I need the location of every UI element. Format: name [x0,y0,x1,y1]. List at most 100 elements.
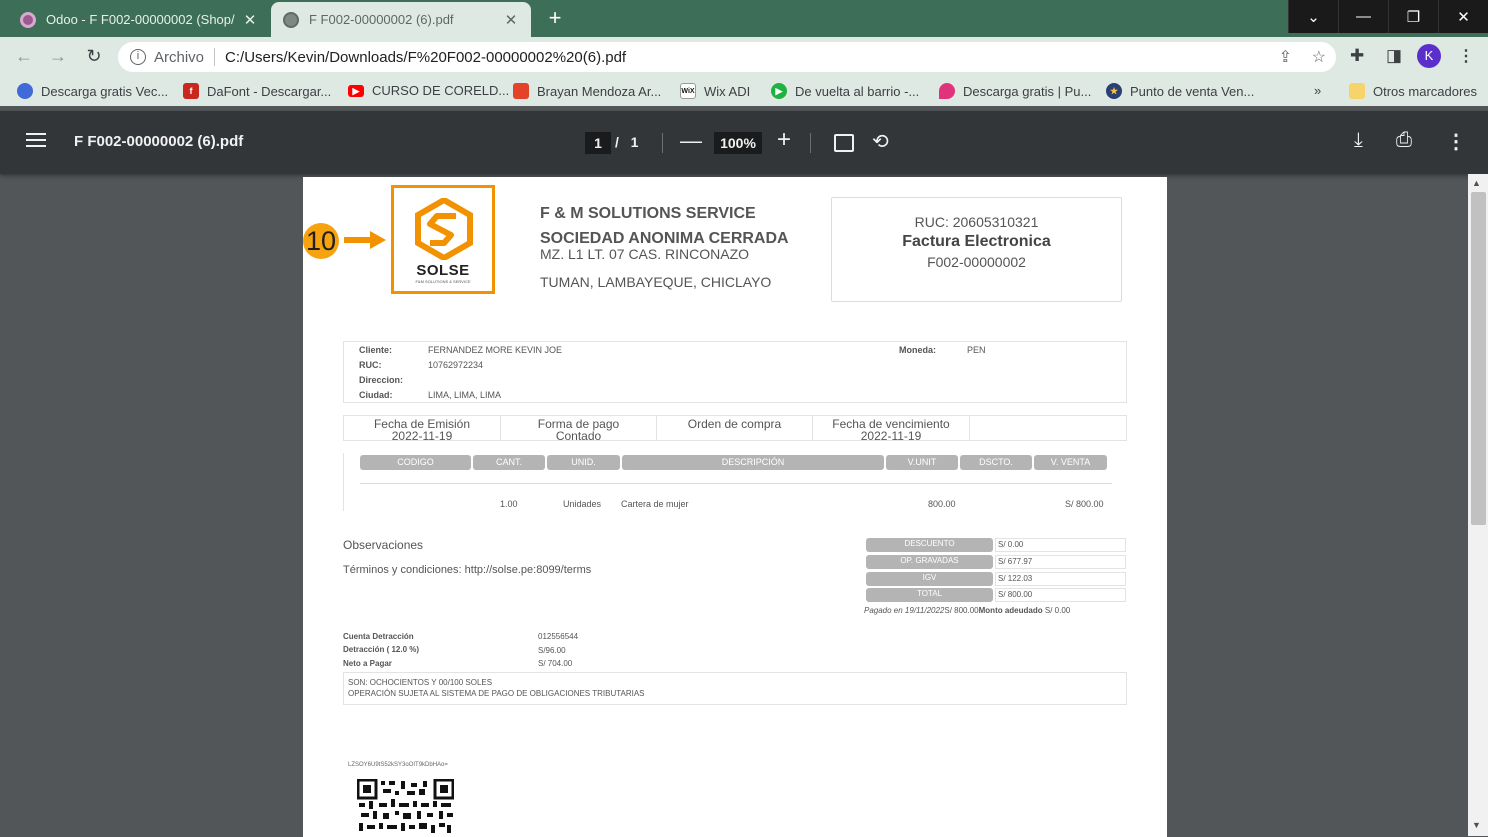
total-value: S/ 800.00 [995,588,1126,602]
bookmark-item[interactable]: WiX Wix ADI [680,83,750,99]
item-unit-value: 800.00 [928,499,956,509]
bookmark-label: Punto de venta Ven... [1130,83,1255,99]
paid-amount: S/ 800.00 [944,606,979,615]
url-text[interactable]: C:/Users/Kevin/Downloads/F%20F002-000000… [225,49,626,66]
back-arrow-icon[interactable]: ← [12,45,36,69]
share-icon[interactable]: ⇪ [1279,47,1292,67]
browser-toolbar: ← → ↻ i Archivo C:/Users/Kevin/Downloads… [0,37,1488,76]
freepik-icon [17,83,33,99]
side-panel-icon[interactable]: ◨ [1386,46,1402,66]
total-label: TOTAL [866,588,993,602]
bookmark-item[interactable]: Brayan Mendoza Ar... [513,83,661,99]
tab-title: Odoo - F F002-00000002 (Shop/ [46,12,235,27]
detraction-value: 012556544 [538,632,579,641]
scroll-down-arrow-icon[interactable]: ▼ [1472,820,1481,830]
client-ruc-label: RUC: [359,360,382,370]
orange-arrow-icon [344,231,386,249]
download-icon[interactable]: ⤓ [1354,129,1363,152]
scheme-label: Archivo [154,48,205,66]
zoom-level-input[interactable]: 100% [714,132,762,154]
logo-tagline: F&M SOLUTIONS & SERVICE [415,279,471,284]
close-window-button[interactable]: ✕ [1438,0,1488,33]
items-header-cell: DESCRIPCIÓN [622,455,884,470]
fit-to-page-icon[interactable] [834,134,854,152]
profile-avatar[interactable]: K [1417,44,1441,68]
client-city: LIMA, LIMA, LIMA [428,390,502,400]
reload-icon[interactable]: ↻ [82,45,106,69]
close-tab-icon[interactable]: ✕ [242,11,258,29]
total-value: S/ 677.97 [995,555,1126,569]
tab-search-chevron-icon[interactable]: ⌄ [1288,0,1338,33]
total-label: DESCUENTO [866,538,993,552]
company-logo: SOLSE F&M SOLUTIONS & SERVICE [391,185,495,294]
tab-title: F F002-00000002 (6).pdf [309,12,454,27]
item-unit: Unidades [563,499,602,509]
date-cell: Orden de compra [657,416,813,440]
detraction-value: S/ 704.00 [538,659,573,668]
drop-icon [939,83,955,99]
logo-text: SOLSE [416,262,470,279]
bookmark-item[interactable]: ▶ De vuelta al barrio -... [771,83,919,99]
page-number-input[interactable]: 1 [585,132,611,154]
total-label: OP. GRAVADAS [866,555,993,569]
client-address-label: Direccion: [359,375,404,385]
bookmark-label: Descarga gratis Vec... [41,83,169,99]
bookmark-item[interactable]: Descarga gratis | Pu... [939,83,1091,99]
observations-heading: Observaciones [343,538,424,552]
zoom-out-icon[interactable]: — [680,128,702,154]
minimize-button[interactable]: — [1338,0,1388,33]
date-cell: Forma de pago Contado [501,416,657,443]
date-cell: Fecha de vencimiento 2022-11-19 [813,416,970,443]
close-tab-icon[interactable]: ✕ [503,11,519,29]
chrome-menu-icon[interactable]: ⋮ [1458,46,1474,66]
zoom-in-icon[interactable]: + [777,126,791,154]
star-badge-icon: ★ [1106,83,1122,99]
bookmark-star-icon[interactable]: ☆ [1312,47,1326,67]
tab-odoo[interactable]: Odoo - F F002-00000002 (Shop/ ✕ [8,2,270,37]
date-cell-label: Orden de compra [687,417,782,431]
bookmark-item[interactable]: ▶ CURSO DE CORELD... [348,83,509,98]
hamburger-menu-icon[interactable] [26,133,46,151]
address-bar[interactable]: i Archivo C:/Users/Kevin/Downloads/F%20F… [118,42,1336,72]
date-cell-value: Contado [555,429,602,443]
extensions-puzzle-icon[interactable]: ✚ [1350,46,1364,66]
bookmark-item[interactable]: ★ Punto de venta Ven... [1106,83,1254,99]
company-name: F & M SOLUTIONS SERVICE SOCIEDAD ANONIMA… [540,201,789,251]
total-label: IGV [866,572,993,586]
bookmark-label: De vuelta al barrio -... [795,83,920,99]
date-cell-value: 2022-11-19 [860,429,922,443]
print-icon[interactable]: ⎙ [1396,129,1412,152]
amount-in-words: OCHOCIENTOS Y 00/100 SOLES [369,678,493,687]
scrollbar-thumb[interactable] [1471,192,1486,525]
qr-hash-text: LZSOY6U9tS52kSY3oOIT9kDbHAo= [348,762,448,768]
bookmarks-overflow-button[interactable]: » [1314,83,1321,98]
client-name: FERNANDEZ MORE KEVIN JOE [428,345,563,355]
payment-status: Pagado en 19/11/2022S/ 800.00Monto adeud… [864,606,1070,615]
forward-arrow-icon[interactable]: → [46,45,70,69]
rotate-icon[interactable]: ⟲ [872,129,889,154]
pdf-toolbar: F F002-00000002 (6).pdf 1 / 1 — 100% + ⟲… [0,111,1488,174]
bookmark-label: Descarga gratis | Pu... [963,83,1092,99]
ruc-number: RUC: 20605310321 [914,214,1039,230]
client-ruc: 10762972234 [428,360,484,370]
new-tab-button[interactable]: + [542,6,568,32]
folder-icon [1349,83,1365,99]
more-options-icon[interactable]: ⋮ [1446,129,1466,154]
due-label: Monto adeudado [978,606,1043,615]
currency-label: Moneda: [899,345,936,355]
detraction-value: S/96.00 [538,646,566,655]
restore-button[interactable]: ❐ [1388,0,1438,33]
scroll-up-arrow-icon[interactable]: ▲ [1472,178,1481,188]
bookmarks-bar: Descarga gratis Vec... f DaFont - Descarg… [0,76,1488,106]
bookmark-label: CURSO DE CORELD... [372,83,510,98]
son-label: SON: [348,678,368,687]
other-bookmarks-folder[interactable]: Otros marcadores [1349,83,1477,99]
operation-note: OPERACIÓN SUJETA AL SISTEMA DE PAGO DE O… [348,689,645,698]
page-total: / 1 [615,134,638,150]
client-label: Cliente: [359,345,393,355]
info-icon[interactable]: i [130,49,146,65]
tab-pdf[interactable]: F F002-00000002 (6).pdf ✕ [271,2,531,37]
qr-code-icon [357,779,454,837]
bookmark-item[interactable]: Descarga gratis Vec... [17,83,168,99]
bookmark-item[interactable]: f DaFont - Descargar... [183,83,331,99]
